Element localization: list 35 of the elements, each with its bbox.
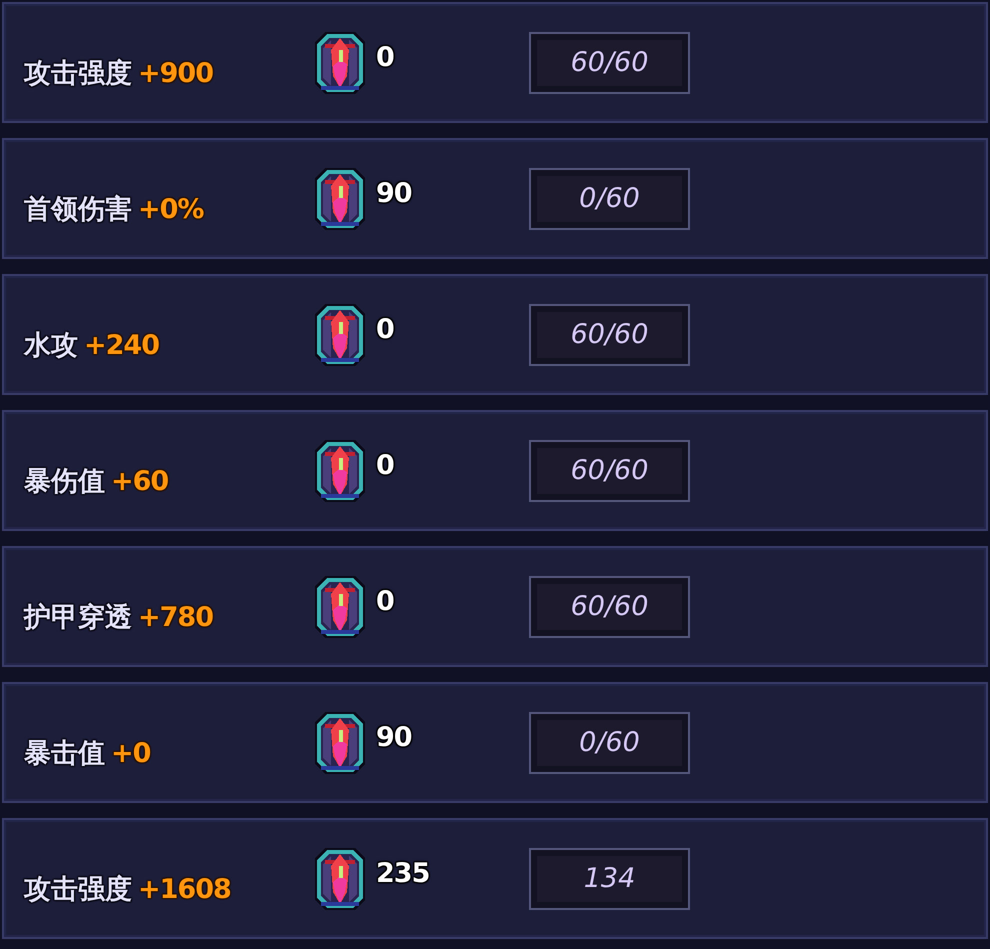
stat-bonus: +0 (111, 738, 150, 768)
stat-name: 攻击强度 (24, 56, 132, 90)
stat-bonus: +780 (138, 602, 213, 632)
gem-icon (315, 304, 365, 366)
gem-cost: 0 (376, 42, 394, 72)
stat-name: 暴伤值 (24, 464, 105, 498)
gem-cost: 90 (376, 722, 412, 752)
stat-name: 攻击强度 (24, 872, 132, 906)
stat-bonus: +1608 (138, 874, 231, 904)
stat-bonus: +0% (138, 194, 204, 224)
purchase-count: 60/60 (529, 304, 690, 366)
gem-icon (315, 848, 365, 910)
gem-cost: 0 (376, 450, 394, 480)
stat-bonus: +240 (84, 330, 159, 360)
gem-cost: 235 (376, 858, 430, 888)
stat-name: 护甲穿透 (24, 600, 132, 634)
purchase-count: 0/60 (529, 712, 690, 774)
gem-icon (315, 712, 365, 774)
stat-bonus: +60 (111, 466, 168, 496)
purchase-count: 0/60 (529, 168, 690, 230)
purchase-count: 60/60 (529, 32, 690, 94)
stat-bonus: +900 (138, 58, 213, 88)
gem-icon (315, 440, 365, 502)
gem-cost: 90 (376, 178, 412, 208)
stat-name: 暴击值 (24, 736, 105, 770)
gem-icon (315, 576, 365, 638)
stat-name: 首领伤害 (24, 192, 132, 226)
gem-cost: 0 (376, 314, 394, 344)
gem-icon (315, 168, 365, 230)
purchase-count: 60/60 (529, 440, 690, 502)
purchase-count: 60/60 (529, 576, 690, 638)
gem-icon (315, 32, 365, 94)
purchase-count: 134 (529, 848, 690, 910)
gem-cost: 0 (376, 586, 394, 616)
stat-name: 水攻 (24, 328, 78, 362)
